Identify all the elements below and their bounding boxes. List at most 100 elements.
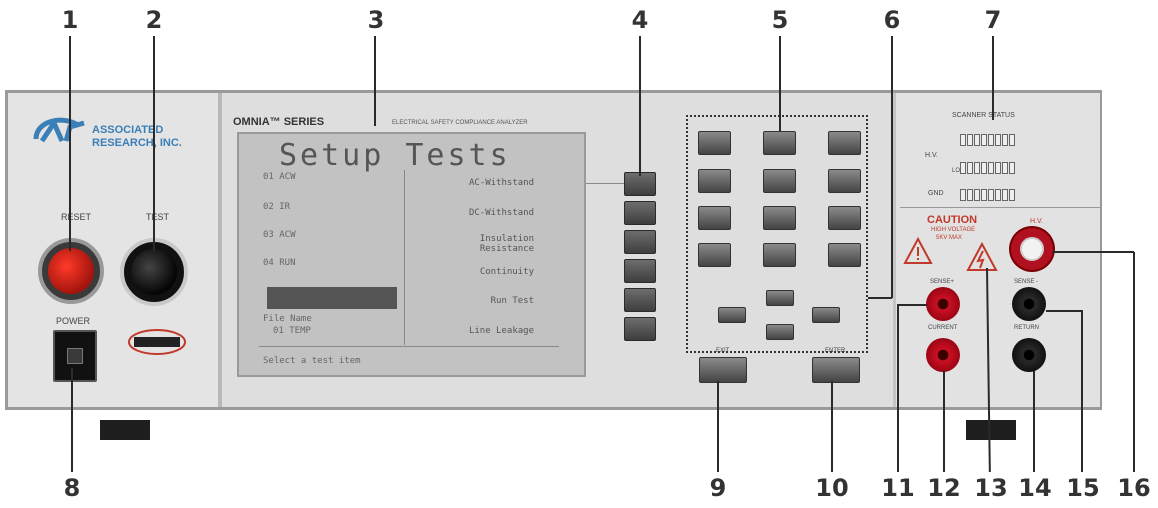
- softkey-4-button[interactable]: [624, 259, 656, 283]
- leader-6: [891, 36, 893, 298]
- arrow-up-button[interactable]: [766, 290, 794, 306]
- lcd-test-1: 01 ACW: [263, 172, 296, 182]
- key-7-button[interactable]: [698, 206, 731, 230]
- power-label: POWER: [56, 316, 91, 326]
- callout-13: 13: [974, 474, 1008, 502]
- key-5-button[interactable]: [763, 169, 796, 193]
- key-3-button[interactable]: [828, 131, 861, 155]
- test-label: TEST: [146, 212, 170, 222]
- return-label: RETURN: [1014, 325, 1039, 331]
- leader-5: [779, 36, 781, 131]
- callout-12: 12: [927, 474, 961, 502]
- callout-16: 16: [1117, 474, 1151, 502]
- reset-button[interactable]: [48, 248, 94, 294]
- caution-line-2: 5KV MAX: [936, 235, 963, 241]
- scanner-status-title: SCANNER STATUS: [952, 112, 1015, 119]
- key-backspace-button[interactable]: [828, 243, 861, 267]
- arrow-right-button[interactable]: [812, 307, 840, 323]
- key-9-button[interactable]: [828, 206, 861, 230]
- menu-dc-withstand: DC-Withstand: [468, 208, 534, 218]
- lcd-selected-row[interactable]: [267, 287, 397, 309]
- sense-minus-label: SENSE -: [1014, 279, 1039, 285]
- menu-line-leakage: Line Leakage: [468, 326, 534, 336]
- leader-2: [153, 36, 155, 251]
- callout-5: 5: [771, 6, 789, 34]
- leader-10: [831, 381, 833, 472]
- softkey-2-button[interactable]: [624, 201, 656, 225]
- softkey-6-button[interactable]: [624, 317, 656, 341]
- scanner-led-row-1: [960, 133, 1016, 151]
- enter-button[interactable]: [812, 357, 860, 383]
- lcd-file-name-value: 01 TEMP: [273, 326, 311, 336]
- menu-ac-withstand: AC-Withstand: [468, 178, 534, 188]
- hv-terminal[interactable]: [1011, 228, 1053, 270]
- softkey-5-button[interactable]: [624, 288, 656, 312]
- sense-plus-label: SENSE+: [930, 279, 954, 285]
- exit-button[interactable]: [699, 357, 747, 383]
- right-foot: [966, 420, 1016, 440]
- key-2-button[interactable]: [763, 131, 796, 155]
- current-terminal[interactable]: [926, 338, 960, 372]
- lcd-test-3: 03 ACW: [263, 230, 296, 240]
- lcd-file-name-label: File Name: [263, 314, 312, 324]
- lcd-test-4: 04 RUN: [263, 258, 296, 268]
- power-switch[interactable]: [53, 330, 97, 382]
- callout-6: 6: [883, 6, 901, 34]
- brand-name-line2: RESEARCH, INC.: [92, 137, 182, 149]
- key-dot-button[interactable]: [763, 243, 796, 267]
- leader-1: [69, 36, 71, 251]
- smartgfi-logo-icon: [128, 329, 186, 355]
- callout-8: 8: [63, 474, 81, 502]
- leader-8: [71, 368, 73, 472]
- leader-11-tail: [897, 304, 927, 306]
- menu-insulation-resistance: Insulation Resistance: [479, 234, 534, 254]
- test-button[interactable]: [131, 249, 177, 295]
- key-4-button[interactable]: [698, 169, 731, 193]
- caution-title: CAUTION: [927, 214, 978, 226]
- caution-line-1: HIGH VOLTAGE: [931, 227, 976, 233]
- high-voltage-icon: [966, 241, 998, 271]
- leader-12: [943, 371, 945, 472]
- ar-logo-icon: [33, 117, 85, 143]
- leader-11: [897, 304, 899, 472]
- callout-9: 9: [709, 474, 727, 502]
- callout-11: 11: [881, 474, 915, 502]
- scanner-hv-label: H.V.: [925, 152, 938, 159]
- enter-label: ENTER: [825, 348, 846, 354]
- analyzer-label: ELECTRICAL SAFETY COMPLIANCE ANALYZER: [392, 120, 528, 126]
- exit-label: EXIT: [716, 348, 730, 354]
- callout-14: 14: [1018, 474, 1052, 502]
- leader-16: [1133, 252, 1135, 472]
- leader-15-tail: [1046, 310, 1082, 312]
- scanner-led-row-3: [960, 188, 1016, 206]
- leader-4: [639, 36, 641, 176]
- left-foot: [100, 420, 150, 440]
- lcd-test-2: 02 IR: [263, 202, 291, 212]
- menu-run-test: Run Test: [490, 296, 534, 306]
- softkey-3-button[interactable]: [624, 230, 656, 254]
- lcd-divider: [259, 346, 559, 347]
- callout-1: 1: [61, 6, 79, 34]
- key-0-button[interactable]: [698, 243, 731, 267]
- callout-10: 10: [815, 474, 849, 502]
- callout-3: 3: [367, 6, 385, 34]
- leader-14: [1033, 371, 1035, 472]
- current-label: CURRENT: [928, 325, 958, 331]
- key-8-button[interactable]: [763, 206, 796, 230]
- leader-16-tail: [1052, 251, 1134, 253]
- key-1-button[interactable]: [698, 131, 731, 155]
- warning-triangle-icon: [903, 236, 933, 264]
- key-6-button[interactable]: [828, 169, 861, 193]
- callout-2: 2: [145, 6, 163, 34]
- reset-label: RESET: [61, 212, 92, 222]
- return-terminal[interactable]: [1012, 338, 1046, 372]
- power-rocker: [67, 348, 83, 364]
- arrow-left-button[interactable]: [718, 307, 746, 323]
- leader-3: [374, 36, 376, 126]
- arrow-down-button[interactable]: [766, 324, 794, 340]
- sense-minus-terminal[interactable]: [1012, 287, 1046, 321]
- scanner-gnd-label: GND: [928, 190, 944, 197]
- sense-plus-terminal[interactable]: [926, 287, 960, 321]
- leader-7: [992, 36, 994, 120]
- leader-15: [1081, 310, 1083, 472]
